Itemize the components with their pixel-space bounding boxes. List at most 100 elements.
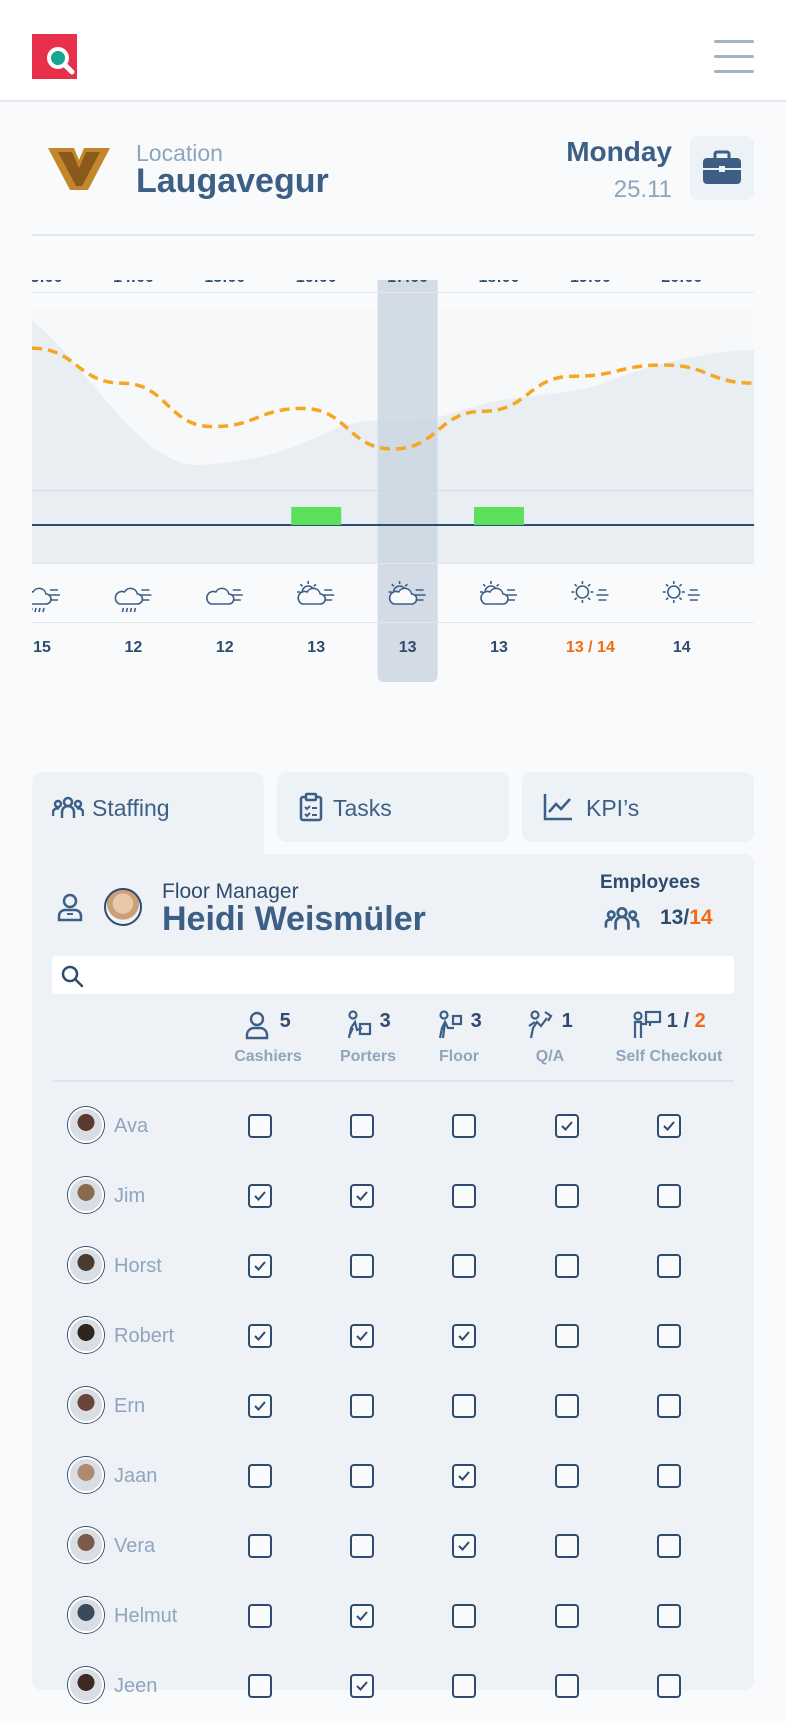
role-checkbox[interactable] — [350, 1534, 374, 1558]
role-checkbox[interactable] — [452, 1184, 476, 1208]
role-checkbox-checked[interactable] — [248, 1184, 272, 1208]
role-checkbox[interactable] — [248, 1464, 272, 1488]
staff-avatar[interactable] — [68, 1597, 104, 1633]
role-header-q-a[interactable]: 1 Q/A — [495, 1010, 605, 1065]
role-checkbox[interactable] — [555, 1674, 579, 1698]
role-checkbox[interactable] — [657, 1604, 681, 1628]
temperature-label: 13 / 14 — [566, 639, 615, 656]
role-checkbox[interactable] — [657, 1324, 681, 1348]
role-checkbox-checked[interactable] — [452, 1464, 476, 1488]
check-icon — [356, 1331, 368, 1341]
clipboard-icon — [299, 792, 323, 822]
role-checkbox[interactable] — [657, 1464, 681, 1488]
role-header-cashiers[interactable]: 5 Cashiers — [213, 1010, 323, 1065]
hour-label[interactable]: 13:00 — [32, 280, 63, 286]
staff-block[interactable] — [474, 507, 524, 525]
role-checkbox[interactable] — [452, 1674, 476, 1698]
tab-tasks[interactable]: Tasks — [277, 772, 509, 842]
staff-avatar[interactable] — [68, 1107, 104, 1143]
hour-label[interactable]: 16:00 — [296, 280, 337, 286]
search-input[interactable] — [92, 960, 722, 990]
role-checkbox-checked[interactable] — [350, 1184, 374, 1208]
role-checkbox[interactable] — [555, 1534, 579, 1558]
role-checkbox[interactable] — [248, 1534, 272, 1558]
tab-kpis[interactable]: KPI’s — [522, 772, 754, 842]
hour-label[interactable]: 18:00 — [479, 280, 520, 286]
role-checkbox[interactable] — [657, 1184, 681, 1208]
role-checkbox[interactable] — [657, 1534, 681, 1558]
role-checkbox[interactable] — [657, 1254, 681, 1278]
role-checkbox[interactable] — [452, 1114, 476, 1138]
check-icon — [663, 1121, 675, 1131]
hamburger-icon[interactable] — [714, 40, 754, 76]
role-checkbox-checked[interactable] — [350, 1324, 374, 1348]
role-checkbox[interactable] — [555, 1324, 579, 1348]
selected-hour-highlight[interactable] — [377, 280, 438, 682]
staff-row: Jim — [52, 1161, 734, 1231]
briefcase-button[interactable] — [690, 136, 754, 200]
staff-block[interactable] — [291, 507, 342, 525]
team-icon — [52, 796, 84, 818]
employees-total: 14 — [689, 906, 713, 929]
role-checkbox[interactable] — [555, 1184, 579, 1208]
staff-avatar[interactable] — [68, 1457, 104, 1493]
role-checkbox[interactable] — [350, 1254, 374, 1278]
role-checkbox[interactable] — [555, 1394, 579, 1418]
role-checkbox[interactable] — [248, 1114, 272, 1138]
role-checkbox-checked[interactable] — [555, 1114, 579, 1138]
hour-label[interactable]: 19:00 — [570, 280, 611, 286]
role-checkbox[interactable] — [350, 1464, 374, 1488]
hour-label[interactable]: 14:00 — [113, 280, 154, 286]
self-checkout-icon — [633, 1010, 662, 1038]
staff-avatar[interactable] — [68, 1667, 104, 1703]
staff-name: Helmut — [114, 1605, 178, 1627]
role-checkbox[interactable] — [657, 1674, 681, 1698]
role-checkbox[interactable] — [555, 1254, 579, 1278]
temperature-label: 12 — [216, 639, 234, 656]
role-checkbox[interactable] — [555, 1604, 579, 1628]
check-icon — [356, 1191, 368, 1201]
role-checkbox-checked[interactable] — [452, 1324, 476, 1348]
role-checkbox-checked[interactable] — [350, 1604, 374, 1628]
role-checkbox[interactable] — [350, 1114, 374, 1138]
role-checkbox-checked[interactable] — [248, 1254, 272, 1278]
cloud-wind-icon — [206, 587, 243, 605]
role-checkbox-checked[interactable] — [248, 1394, 272, 1418]
search-icon — [61, 965, 84, 988]
staff-search[interactable] — [52, 956, 734, 994]
check-icon — [458, 1541, 470, 1551]
role-checkbox-checked[interactable] — [248, 1324, 272, 1348]
sun-wind-icon — [571, 581, 609, 603]
hour-label[interactable]: 15:00 — [204, 280, 245, 286]
staff-name: Ern — [114, 1395, 146, 1417]
role-checkbox-checked[interactable] — [452, 1534, 476, 1558]
role-checkbox[interactable] — [452, 1394, 476, 1418]
role-checkbox-checked[interactable] — [350, 1674, 374, 1698]
role-checkbox[interactable] — [350, 1394, 374, 1418]
role-checkbox[interactable] — [657, 1394, 681, 1418]
hour-label[interactable]: 17:00 — [387, 280, 428, 286]
staff-avatar[interactable] — [68, 1387, 104, 1423]
staff-avatar[interactable] — [68, 1317, 104, 1353]
role-header-self-checkout[interactable]: 1 / 2 Self Checkout — [594, 1010, 744, 1065]
temperature-label: 14 — [673, 639, 691, 656]
hour-label[interactable]: 20:00 — [661, 280, 702, 286]
role-name: Cashiers — [234, 1048, 302, 1065]
search-logo-icon[interactable] — [32, 34, 77, 79]
role-checkbox[interactable] — [452, 1254, 476, 1278]
role-checkbox[interactable] — [248, 1674, 272, 1698]
role-checkbox[interactable] — [452, 1604, 476, 1628]
staff-avatar[interactable] — [68, 1527, 104, 1563]
manager-name: Heidi Weismüler — [162, 900, 426, 938]
staff-name: Jeen — [114, 1675, 158, 1697]
role-name: Self Checkout — [615, 1048, 723, 1065]
role-checkbox[interactable] — [555, 1464, 579, 1488]
role-checkbox[interactable] — [248, 1604, 272, 1628]
temperature-label: 12 — [125, 639, 143, 656]
role-count: 1 / 2 — [666, 1010, 706, 1032]
role-checkbox-checked[interactable] — [657, 1114, 681, 1138]
staff-avatar[interactable] — [68, 1177, 104, 1213]
staff-avatar[interactable] — [68, 1247, 104, 1283]
temperature-label: 13 — [490, 639, 508, 656]
manager-avatar[interactable] — [104, 888, 142, 926]
